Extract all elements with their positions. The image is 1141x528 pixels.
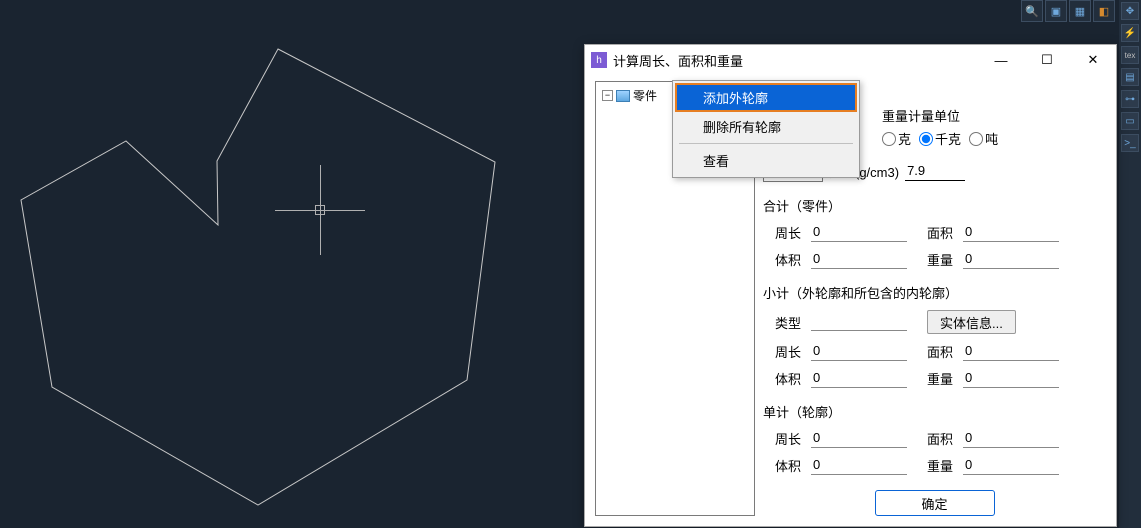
radio-ton[interactable]: 吨 bbox=[969, 129, 998, 148]
entity-info-button[interactable]: 实体信息... bbox=[927, 310, 1016, 334]
totals-weight-value: 0 bbox=[963, 251, 1059, 269]
totals-perimeter-value: 0 bbox=[811, 224, 907, 242]
totals-area-label: 面积 bbox=[927, 223, 957, 242]
tool-layers-icon[interactable]: ▤ bbox=[1121, 68, 1139, 86]
ratio-input[interactable] bbox=[905, 161, 965, 181]
tree-pane[interactable]: − 零件 添加外轮廓 删除所有轮廓 查看 bbox=[595, 81, 755, 516]
tool-nav-icon[interactable]: ✥ bbox=[1121, 2, 1139, 20]
tool-rect-icon[interactable]: ▭ bbox=[1121, 112, 1139, 130]
single-area-value: 0 bbox=[963, 430, 1059, 448]
window-icon[interactable]: ▣ bbox=[1045, 0, 1067, 22]
single-perimeter-value: 0 bbox=[811, 430, 907, 448]
expand-icon[interactable]: − bbox=[602, 90, 613, 101]
part-icon bbox=[616, 90, 630, 102]
menu-view[interactable]: 查看 bbox=[675, 146, 857, 175]
single-perimeter-label: 周长 bbox=[775, 429, 805, 448]
subtotal-weight-label: 重量 bbox=[927, 369, 957, 388]
totals-volume-value: 0 bbox=[811, 251, 907, 269]
search-icon[interactable]: 🔍 bbox=[1021, 0, 1043, 22]
grid-icon[interactable]: ▦ bbox=[1069, 0, 1091, 22]
subtotal-weight-value: 0 bbox=[963, 370, 1059, 388]
subtotal-area-value: 0 bbox=[963, 343, 1059, 361]
radio-kg[interactable]: 千克 bbox=[919, 129, 961, 148]
subtotal-volume-value: 0 bbox=[811, 370, 907, 388]
subtotal-type-label: 类型 bbox=[775, 313, 805, 332]
single-title: 单计（轮廓） bbox=[763, 402, 1106, 421]
subtotal-volume-label: 体积 bbox=[775, 369, 805, 388]
menu-delete-all[interactable]: 删除所有轮廓 bbox=[675, 112, 857, 141]
subtotal-perimeter-value: 0 bbox=[811, 343, 907, 361]
menu-add-outer[interactable]: 添加外轮廓 bbox=[675, 83, 857, 112]
tool-text-icon[interactable]: tex bbox=[1121, 46, 1139, 64]
single-weight-label: 重量 bbox=[927, 456, 957, 475]
subtotal-perimeter-label: 周长 bbox=[775, 342, 805, 361]
tree-root-label: 零件 bbox=[633, 87, 657, 104]
radio-g[interactable]: 克 bbox=[882, 129, 911, 148]
polygon-shape bbox=[15, 45, 520, 520]
totals-area-value: 0 bbox=[963, 224, 1059, 242]
dialog-titlebar[interactable]: h 计算周长、面积和重量 — ☐ ✕ bbox=[585, 45, 1116, 75]
single-weight-value: 0 bbox=[963, 457, 1059, 475]
single-volume-value: 0 bbox=[811, 457, 907, 475]
totals-title: 合计（零件） bbox=[763, 196, 1106, 215]
context-menu: 添加外轮廓 删除所有轮廓 查看 bbox=[672, 80, 860, 178]
single-area-label: 面积 bbox=[927, 429, 957, 448]
single-volume-label: 体积 bbox=[775, 456, 805, 475]
totals-weight-label: 重量 bbox=[927, 250, 957, 269]
totals-perimeter-label: 周长 bbox=[775, 223, 805, 242]
tool-connect-icon[interactable]: ⊶ bbox=[1121, 90, 1139, 108]
weight-unit-label: 重量计量单位 bbox=[882, 106, 998, 125]
close-button[interactable]: ✕ bbox=[1070, 45, 1116, 75]
minimize-button[interactable]: — bbox=[978, 45, 1024, 75]
weight-unit-radios: 克 千克 吨 bbox=[882, 129, 998, 148]
ok-button[interactable]: 确定 bbox=[875, 490, 995, 516]
subtotal-area-label: 面积 bbox=[927, 342, 957, 361]
totals-volume-label: 体积 bbox=[775, 250, 805, 269]
dialog-title: 计算周长、面积和重量 bbox=[613, 51, 978, 70]
maximize-button[interactable]: ☐ bbox=[1024, 45, 1070, 75]
app-icon: h bbox=[591, 52, 607, 68]
tool-bolt-icon[interactable]: ⚡ bbox=[1121, 24, 1139, 42]
top-tool-panel: 🔍 ▣ ▦ ◧ bbox=[1021, 0, 1115, 22]
subtotal-type-value bbox=[811, 313, 907, 331]
menu-separator bbox=[679, 143, 853, 144]
more-icon[interactable]: ◧ bbox=[1093, 0, 1115, 22]
tool-cmd-icon[interactable]: >_ bbox=[1121, 134, 1139, 152]
right-toolbar: ✥ ⚡ tex ▤ ⊶ ▭ >_ bbox=[1119, 0, 1141, 528]
subtotal-title: 小计（外轮廓和所包含的内轮廓） bbox=[763, 283, 1106, 302]
calc-dialog: h 计算周长、面积和重量 — ☐ ✕ − 零件 添加外轮廓 删除所有轮廓 查看 … bbox=[584, 44, 1117, 527]
